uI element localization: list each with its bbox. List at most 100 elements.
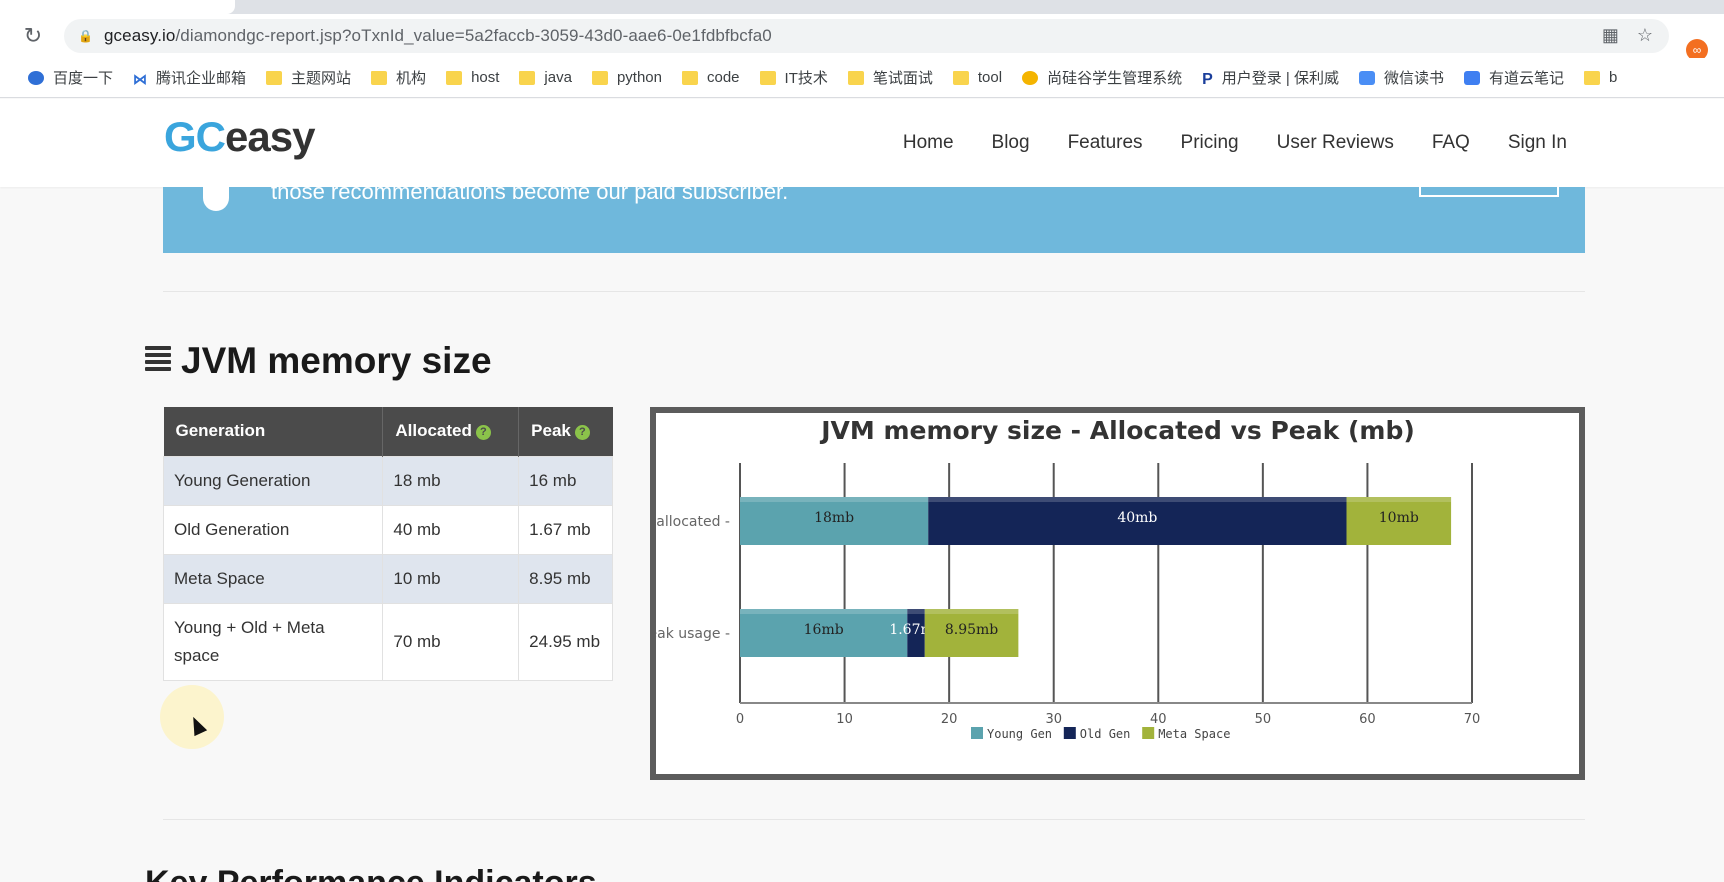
lock-icon[interactable]: 🔒 — [78, 29, 93, 43]
next-section-title: Key Performance Indicators — [145, 864, 597, 882]
legend-swatch — [1142, 727, 1155, 739]
bookmark-label: 腾讯企业邮箱 — [156, 70, 247, 87]
nav-link-home[interactable]: Home — [903, 132, 954, 154]
main-nav: Home Blog Features Pricing User Reviews FAQ Si… — [903, 132, 1567, 154]
nav-link-faq[interactable]: FAQ — [1432, 132, 1470, 154]
url-text[interactable]: gceasy.io/diamondgc-report.jsp?oTxnId_va… — [104, 26, 772, 46]
data-label: 8.95mb — [945, 622, 998, 638]
chart-title: JVM memory size - Allocated vs Peak (mb) — [819, 416, 1415, 445]
tab-strip — [0, 0, 1724, 14]
legend-label: Meta Space — [1158, 727, 1230, 741]
folder-icon — [759, 70, 776, 85]
bookmark-label: 主题网站 — [291, 70, 352, 87]
cell-generation: Meta Space — [162, 553, 384, 604]
data-label: 10mb — [1379, 510, 1419, 526]
help-icon[interactable]: ? — [475, 425, 491, 441]
gceasy-logo[interactable]: GCeasy — [164, 113, 315, 161]
section-divider — [163, 819, 1585, 820]
bar-highlight — [740, 609, 908, 614]
nav-link-pricing[interactable]: Pricing — [1181, 132, 1239, 154]
folder-icon — [446, 70, 463, 85]
bookmark-item[interactable]: 有道云笔记 — [1464, 67, 1564, 88]
bookmark-item[interactable]: 主题网站 — [266, 67, 351, 88]
active-tab[interactable] — [0, 0, 235, 14]
bookmark-label: code — [707, 69, 740, 86]
star-icon[interactable]: ☆ — [1637, 25, 1653, 46]
banner-button[interactable] — [1419, 187, 1559, 197]
bookmark-item[interactable]: python — [591, 69, 662, 86]
reload-icon[interactable]: ↻ — [18, 21, 48, 51]
x-tick-label: 40 — [1150, 712, 1167, 727]
folder-icon — [952, 70, 969, 85]
bookmark-item[interactable]: code — [682, 69, 740, 86]
table-row: Old Generation 40 mb 1.67 mb — [162, 504, 613, 555]
x-tick-label: 20 — [941, 712, 958, 727]
help-icon[interactable]: ? — [574, 425, 590, 441]
omnibox[interactable]: 🔒 gceasy.io/diamondgc-report.jsp?oTxnId_… — [64, 19, 1669, 53]
cell-allocated: 18 mb — [382, 455, 520, 506]
folder-icon — [1584, 70, 1601, 85]
bookmark-item[interactable]: 笔试面试 — [847, 67, 933, 88]
address-bar: ↻ 🔒 gceasy.io/diamondgc-report.jsp?oTxnI… — [0, 14, 1724, 61]
folder-icon — [266, 70, 283, 85]
site-header: GCeasy Home Blog Features Pricing User Revie… — [0, 99, 1724, 187]
header-peak: Peak? — [518, 407, 613, 456]
memory-chart: JVM memory size - Allocated vs Peak (mb)… — [640, 416, 1481, 741]
nav-link-sign-in[interactable]: Sign In — [1508, 132, 1567, 154]
legend-label: Old Gen — [1080, 727, 1131, 741]
bookmark-label: IT技术 — [784, 70, 828, 87]
bookmark-item[interactable]: tool — [952, 69, 1003, 86]
subscribe-banner: those recommendations become our paid su… — [163, 187, 1585, 253]
database-icon — [145, 346, 171, 376]
bookmark-label: host — [471, 69, 500, 86]
header-allocated: Allocated? — [382, 407, 520, 456]
bookmark-label: tool — [977, 69, 1003, 86]
section-divider — [163, 291, 1585, 292]
bookmark-label: 微信读书 — [1384, 70, 1445, 87]
x-tick-label: 10 — [836, 712, 853, 727]
paw-icon — [28, 70, 44, 85]
section-title: JVM memory size — [145, 340, 492, 382]
data-label: 18mb — [814, 510, 854, 526]
bar-highlight — [924, 609, 1019, 614]
bookmark-item[interactable]: java — [519, 69, 572, 86]
nav-link-blog[interactable]: Blog — [992, 132, 1030, 154]
table-header-row: Generation Allocated? Peak? — [163, 407, 613, 456]
section-title-text: JVM memory size — [181, 340, 492, 381]
bookmark-item[interactable]: 机构 — [371, 67, 426, 88]
bookmark-item[interactable]: b — [1584, 69, 1617, 86]
x-tick-label: 0 — [736, 712, 744, 727]
bookmark-label: java — [544, 69, 572, 86]
folder-icon — [847, 70, 864, 85]
bar-highlight — [740, 497, 929, 502]
legend-swatch — [971, 727, 983, 739]
bookmark-item[interactable]: IT技术 — [759, 67, 828, 88]
memory-chart-frame: JVM memory size - Allocated vs Peak (mb)… — [640, 407, 1585, 780]
bookmark-item[interactable]: host — [446, 69, 499, 86]
translate-icon[interactable]: ▦ — [1602, 25, 1619, 46]
bookmark-label: 有道云笔记 — [1489, 70, 1565, 87]
bookmark-label: python — [616, 69, 662, 86]
bookmark-item[interactable]: 微信读书 — [1359, 67, 1444, 88]
sg-icon — [1022, 70, 1039, 85]
bookmark-item[interactable]: 百度一下 — [28, 67, 113, 88]
nav-link-features[interactable]: Features — [1068, 132, 1143, 154]
tx-icon: ⋈ — [133, 70, 148, 87]
bookmark-item[interactable]: ⋈ 腾讯企业邮箱 — [133, 67, 246, 88]
cell-generation: Young Generation — [162, 455, 384, 506]
x-tick-label: 70 — [1464, 712, 1481, 727]
url-host: gceasy.io — [104, 26, 176, 45]
folder-icon — [371, 70, 388, 85]
url-path: /diamondgc-report.jsp?oTxnId_value=5a2fa… — [175, 26, 772, 45]
cell-peak: 24.95 mb — [518, 602, 613, 681]
bookmark-item[interactable]: P 用户登录 | 保利威 — [1202, 67, 1339, 88]
cell-allocated: 40 mb — [382, 504, 520, 555]
x-tick-label: 60 — [1359, 712, 1376, 727]
cell-generation: Young + Old + Meta space — [162, 602, 384, 681]
x-tick-label: 50 — [1255, 712, 1272, 727]
cell-allocated: 70 mb — [382, 602, 520, 681]
bookmark-label: b — [1609, 69, 1618, 86]
nav-link-user-reviews[interactable]: User Reviews — [1277, 132, 1394, 154]
bookmark-item[interactable]: 尚硅谷学生管理系统 — [1022, 67, 1182, 88]
cell-peak: 1.67 mb — [518, 504, 613, 555]
